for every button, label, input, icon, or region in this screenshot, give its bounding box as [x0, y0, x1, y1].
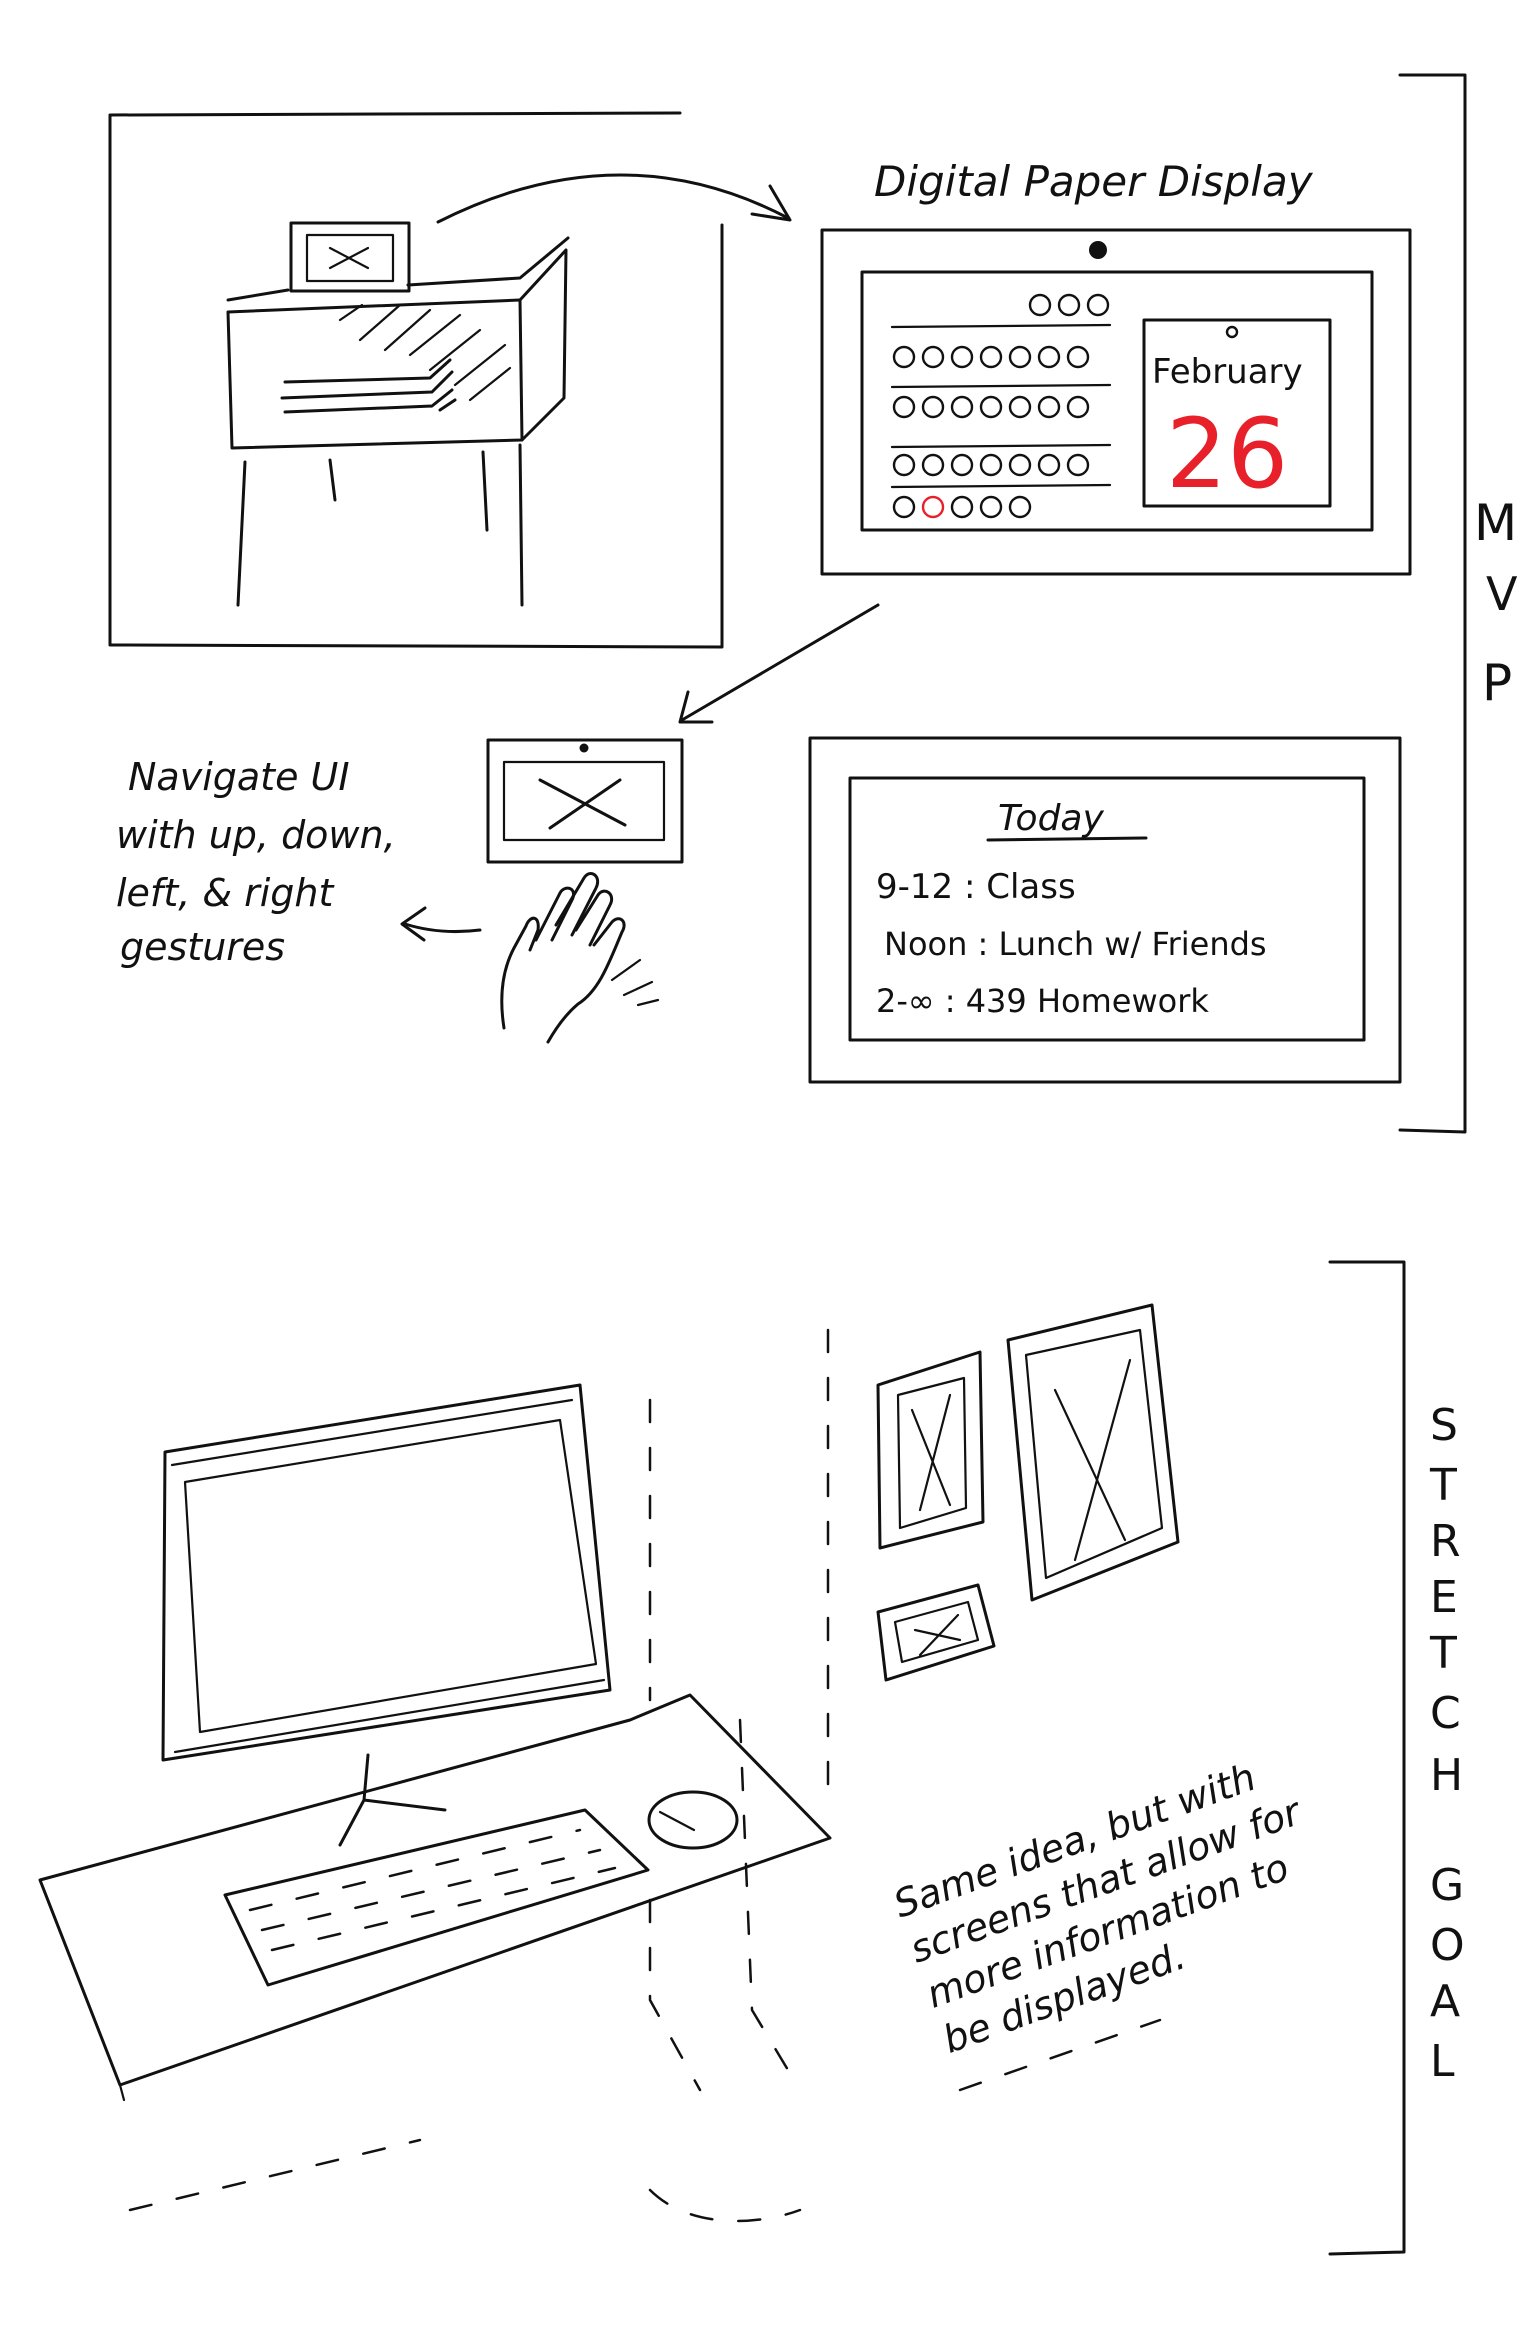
habit-dot-grid — [892, 293, 1110, 519]
habit-dot — [921, 395, 945, 419]
computer-desk-scene — [38, 1328, 1162, 2223]
down-arrow-icon — [680, 603, 880, 722]
stretch-goal-letter: O — [1430, 1920, 1465, 1971]
habit-dot — [1008, 345, 1032, 369]
wall-frames — [876, 1303, 1180, 1682]
stretch-goal-letter: A — [1430, 1976, 1460, 2027]
habit-dot — [921, 453, 945, 477]
stretch-goal-letter: S — [1430, 1400, 1458, 1451]
stretch-goal-letter: C — [1430, 1688, 1461, 1739]
mouse — [647, 1790, 739, 1850]
habit-dot — [1066, 453, 1090, 477]
placeholder-x-icon — [538, 778, 627, 830]
desk-scene — [108, 111, 792, 649]
habit-dot — [921, 495, 945, 519]
stretch-goal-label: STRETCHGOAL — [1429, 1400, 1465, 2087]
curved-arrow-icon — [436, 173, 790, 224]
habit-dot — [892, 345, 916, 369]
digital-paper-display: February 26 — [820, 228, 1412, 576]
hand-wave-icon — [500, 872, 660, 1044]
habit-dot — [1066, 345, 1090, 369]
mvp-label-m: M — [1474, 494, 1517, 552]
habit-dot — [892, 395, 916, 419]
habit-dot — [1066, 395, 1090, 419]
habit-dot — [950, 395, 974, 419]
mvp-bracket: M V P — [1398, 73, 1518, 1134]
stretch-goal-letter: R — [1430, 1516, 1461, 1567]
agenda-item-2: Noon : Lunch w/ Friends — [884, 925, 1267, 963]
mvp-label-v: V — [1486, 567, 1518, 621]
stretch-goal-letter: T — [1429, 1628, 1457, 1679]
habit-dot — [950, 345, 974, 369]
habit-dot — [950, 453, 974, 477]
habit-dot — [1057, 293, 1081, 317]
gesture-tablet — [486, 738, 684, 864]
habit-dot — [892, 453, 916, 477]
agenda-heading: Today — [998, 798, 1104, 839]
mvp-label-p: P — [1482, 654, 1512, 712]
habit-dot — [1028, 293, 1052, 317]
habit-dot — [979, 345, 1003, 369]
stretch-goal-letter: H — [1430, 1750, 1463, 1801]
habit-dot — [979, 453, 1003, 477]
habit-dot — [979, 395, 1003, 419]
gesture-note-line-2: with up, down, — [116, 813, 396, 857]
left-arrow-icon — [403, 922, 482, 934]
stretch-goal-letter: L — [1430, 2036, 1455, 2087]
agenda-item-1: 9-12 : Class — [876, 867, 1076, 907]
sketch-canvas: Digital Paper Display February 26 Naviga… — [0, 0, 1539, 2349]
gesture-note: Navigate UI with up, down, left, & right… — [116, 755, 396, 969]
calendar-month: February — [1152, 352, 1303, 392]
agenda-item-3: 2-∞ : 439 Homework — [876, 982, 1209, 1020]
agenda-display: Today 9-12 : Class Noon : Lunch w/ Frien… — [808, 736, 1402, 1084]
habit-dot — [1008, 495, 1032, 519]
gesture-note-line-4: gestures — [120, 925, 285, 969]
camera-dot — [1089, 241, 1107, 259]
habit-dot — [1008, 453, 1032, 477]
gesture-note-line-1: Navigate UI — [128, 755, 350, 799]
habit-dot — [1037, 453, 1061, 477]
habit-dot — [1037, 345, 1061, 369]
habit-dot — [1037, 395, 1061, 419]
stretch-bracket: STRETCHGOAL — [1328, 1260, 1465, 2256]
stretch-note: Same idea, but with screens that allow f… — [888, 1755, 1308, 2062]
habit-dot — [950, 495, 974, 519]
display-title: Digital Paper Display — [874, 157, 1314, 206]
stretch-goal-letter: G — [1430, 1860, 1464, 1911]
habit-dot — [921, 345, 945, 369]
habit-dot — [892, 495, 916, 519]
habit-dot — [979, 495, 1003, 519]
habit-dot — [1086, 293, 1110, 317]
habit-dot — [1008, 395, 1032, 419]
calendar-day: 26 — [1166, 398, 1288, 510]
gesture-note-line-3: left, & right — [116, 871, 335, 915]
sketch-svg: Digital Paper Display February 26 Naviga… — [38, 73, 1518, 2256]
stretch-goal-letter: T — [1429, 1460, 1457, 1511]
stretch-goal-letter: E — [1430, 1572, 1458, 1623]
